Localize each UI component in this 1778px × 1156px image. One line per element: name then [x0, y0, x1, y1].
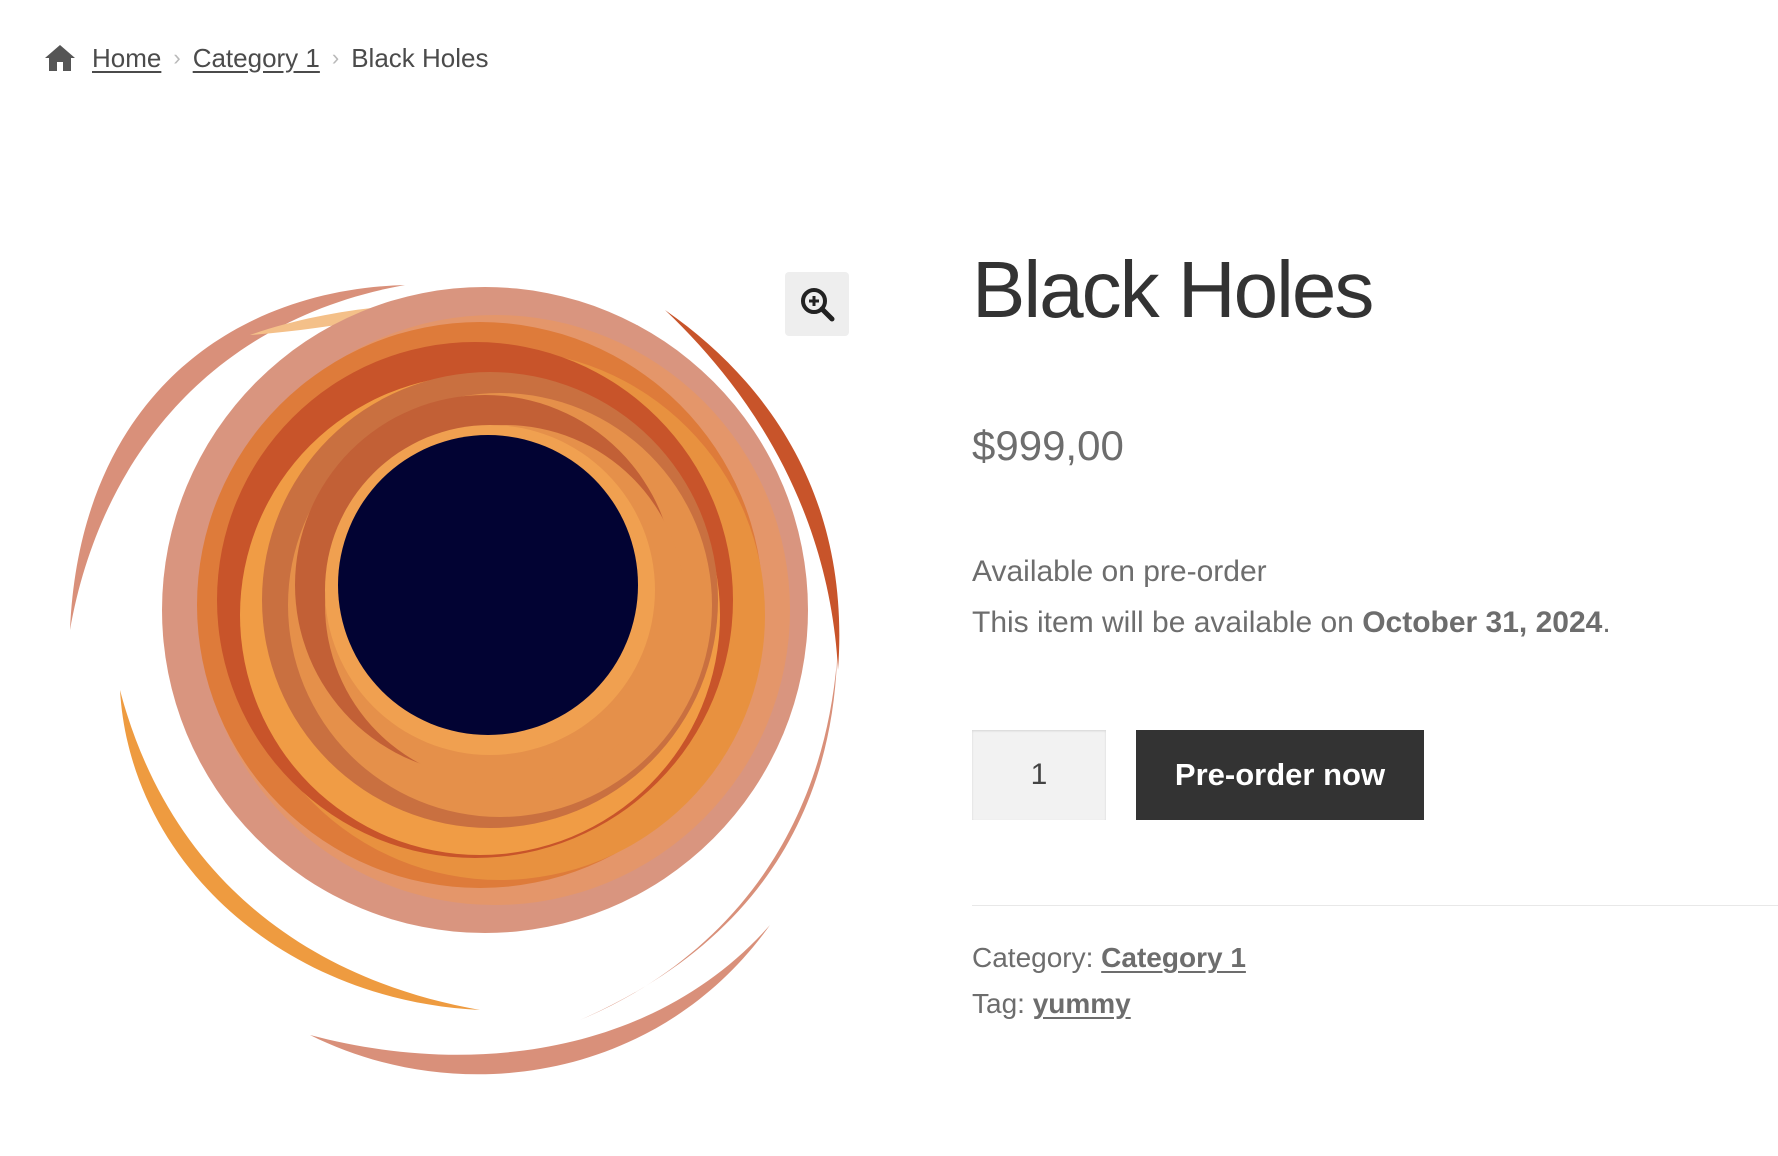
availability-note-prefix: This item will be available on [972, 606, 1363, 639]
chevron-right-icon: › [173, 45, 181, 70]
zoom-button[interactable] [785, 272, 849, 336]
chevron-right-icon: › [331, 45, 340, 70]
black-hole-illustration[interactable] [60, 260, 860, 1080]
tag-label: Tag: [972, 988, 1033, 1019]
product-title: Black Holes [972, 245, 1374, 334]
tag-link[interactable]: yummy [1033, 988, 1131, 1019]
breadcrumb-category-link[interactable]: Category 1 [193, 43, 320, 74]
breadcrumb-current: Black Holes [351, 42, 489, 73]
preorder-button[interactable]: Pre-order now [1136, 730, 1424, 820]
availability-note: This item will be available on October 3… [972, 606, 1611, 640]
divider [972, 905, 1778, 906]
product-price: $999,00 [972, 422, 1124, 469]
availability-note-suffix: . [1602, 606, 1611, 639]
home-icon[interactable] [44, 43, 76, 73]
category-label: Category: [972, 942, 1102, 973]
product-gallery [60, 260, 860, 1080]
category-link[interactable]: Category 1 [1101, 942, 1246, 973]
product-tag: Tag: yummy [972, 988, 1131, 1020]
product-category: Category: Category 1 [972, 942, 1246, 974]
breadcrumb: Home › Category 1 › Black Holes [44, 38, 488, 78]
zoom-in-icon [801, 288, 835, 322]
quantity-input[interactable] [972, 730, 1106, 820]
breadcrumb-home-link[interactable]: Home [92, 43, 161, 74]
availability-status: Available on pre-order [972, 555, 1267, 588]
availability-date: October 31, 2024 [1362, 606, 1603, 639]
